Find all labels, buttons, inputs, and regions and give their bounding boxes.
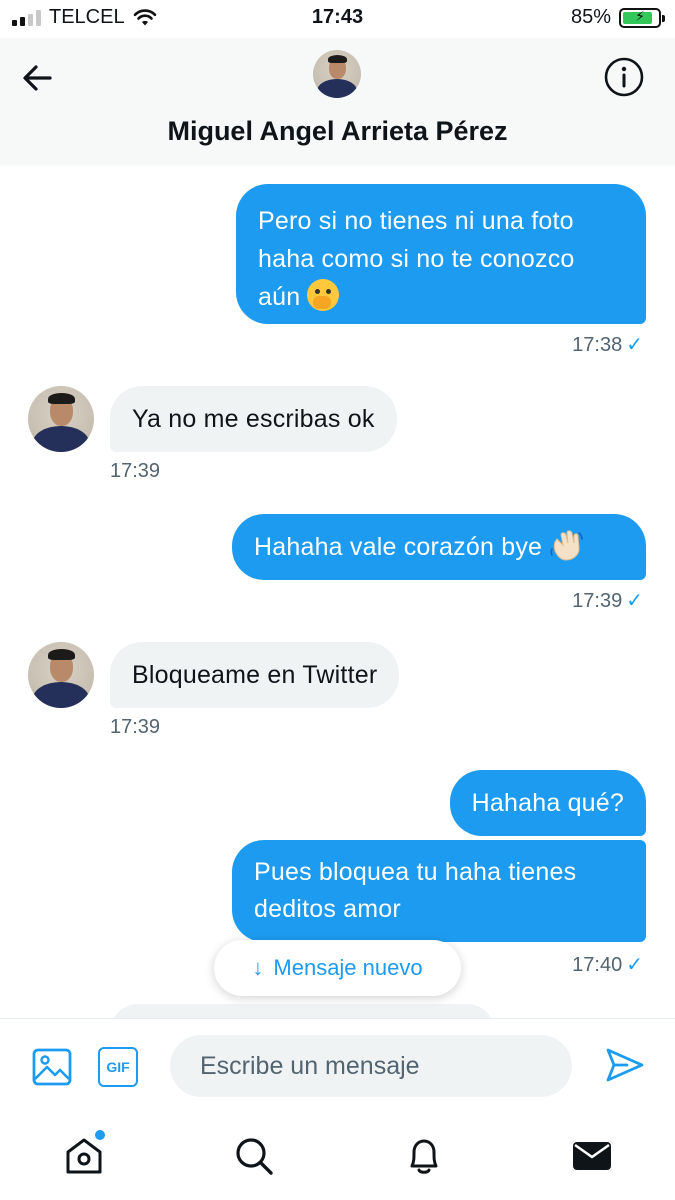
battery-icon: ⚡ <box>619 7 665 28</box>
message-timestamp: 17:38 ✓ <box>572 334 643 356</box>
message-timestamp: 17:39 ✓ <box>572 590 643 612</box>
arrow-down-icon: ↓ <box>252 955 264 980</box>
message-timestamp: 17:40 ✓ <box>572 954 643 976</box>
message-text: Ya no me escribas ok <box>132 405 375 433</box>
message-composer: GIF Escribe un mensaje <box>0 1018 675 1114</box>
message-list[interactable]: Pero si no tienes ni una foto haha como … <box>0 166 675 1018</box>
face-with-hand-over-mouth-emoji-icon <box>307 279 340 311</box>
sender-avatar[interactable] <box>28 386 94 452</box>
message-timestamp: 17:39 <box>110 460 161 482</box>
battery-percent: 85% <box>570 6 611 28</box>
message-text: Hahaha vale corazón bye <box>254 533 543 561</box>
info-icon[interactable] <box>603 56 645 98</box>
message-input[interactable]: Escribe un mensaje <box>170 1035 572 1097</box>
image-icon[interactable] <box>32 1047 72 1087</box>
contact-name[interactable]: Miguel Angel Arrieta Pérez <box>0 116 675 147</box>
status-bar: TELCEL 17:43 85% ⚡ <box>0 0 675 38</box>
incoming-message[interactable]: Bloqueame en Twitter <box>110 642 400 708</box>
gif-icon[interactable]: GIF <box>98 1047 138 1087</box>
bottom-tab-bar <box>0 1114 675 1200</box>
incoming-message[interactable]: Ya no me escribas ok <box>110 386 397 452</box>
sender-avatar[interactable] <box>28 642 94 708</box>
outgoing-message[interactable]: Hahaha qué? <box>449 770 646 836</box>
new-message-button[interactable]: ↓ Mensaje nuevo <box>214 940 461 996</box>
back-arrow-icon[interactable] <box>18 58 58 98</box>
message-text: Hahaha qué? <box>471 789 624 817</box>
notifications-bell-icon[interactable] <box>402 1134 446 1178</box>
message-text-line: haha como si no te conozco <box>258 245 575 273</box>
contact-avatar[interactable] <box>313 50 361 98</box>
message-text-line: aún <box>258 283 301 311</box>
outgoing-message[interactable]: Hahaha vale corazón bye <box>232 514 646 580</box>
home-icon[interactable] <box>62 1134 106 1178</box>
conversation-header: Miguel Angel Arrieta Pérez <box>0 38 675 166</box>
message-text-line: Pues bloquea tu haha tienes <box>254 858 577 886</box>
outgoing-message[interactable]: Pues bloquea tu haha tienes deditos amor <box>232 840 646 942</box>
message-text-line: deditos amor <box>254 895 401 923</box>
sent-check-icon: ✓ <box>626 334 643 356</box>
outgoing-message[interactable]: Pero si no tienes ni una foto haha como … <box>236 184 646 324</box>
message-text-line: Pero si no tienes ni una foto <box>258 207 574 235</box>
new-message-label: Mensaje nuevo <box>273 955 423 980</box>
message-timestamp: 17:39 <box>110 716 161 738</box>
sent-check-icon: ✓ <box>626 590 643 612</box>
status-right: 85% ⚡ <box>570 6 665 29</box>
message-text: Bloqueame en Twitter <box>132 661 378 689</box>
search-icon[interactable] <box>232 1134 276 1178</box>
waving-hand-emoji-icon <box>550 530 584 561</box>
home-notification-dot <box>95 1130 105 1140</box>
send-icon[interactable] <box>605 1045 645 1085</box>
gif-label: GIF <box>106 1059 130 1075</box>
message-input-placeholder: Escribe un mensaje <box>200 1051 420 1080</box>
sent-check-icon: ✓ <box>626 954 643 976</box>
messages-envelope-icon[interactable] <box>570 1134 614 1178</box>
